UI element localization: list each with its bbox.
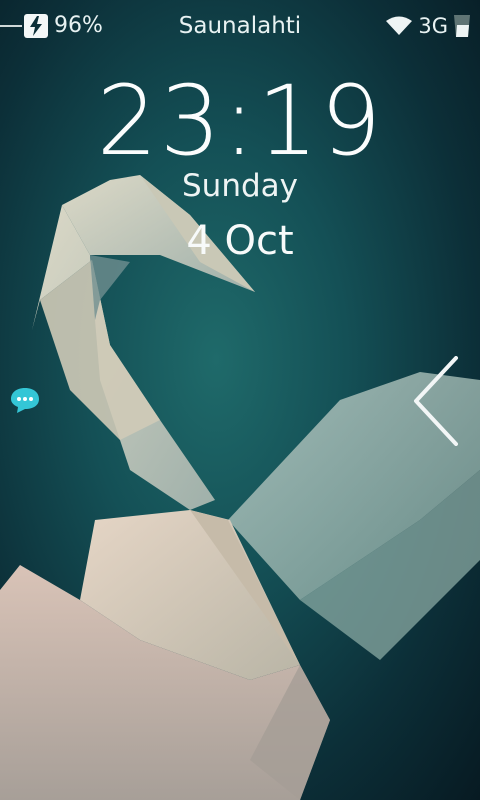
wifi-icon bbox=[386, 16, 413, 35]
lockscreen-day: Sunday bbox=[182, 168, 298, 204]
network-status: 3G bbox=[386, 0, 470, 52]
chevron-left-icon[interactable] bbox=[410, 356, 460, 446]
signal-strength-icon bbox=[454, 15, 470, 37]
lockscreen-clock: 23:19 bbox=[96, 65, 384, 177]
message-notification-icon[interactable] bbox=[10, 386, 40, 414]
network-type: 3G bbox=[418, 14, 448, 38]
lockscreen-date: 4 Oct bbox=[186, 218, 294, 264]
status-bar: 96% Saunalahti 3G bbox=[0, 0, 480, 52]
